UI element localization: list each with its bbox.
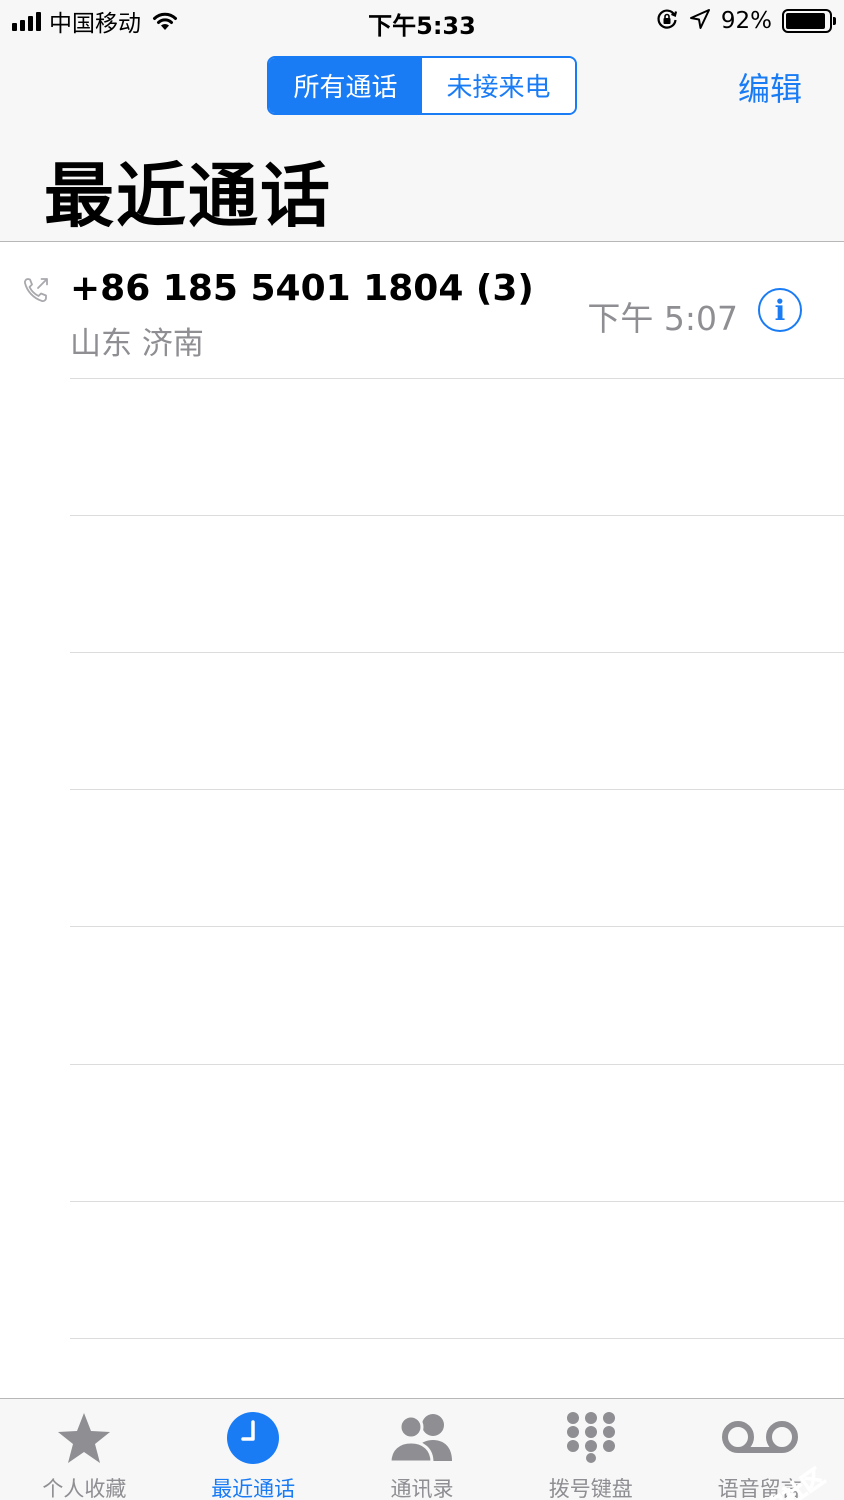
list-separator [70, 1338, 844, 1339]
status-bar: 中国移动 下午5:33 92% [0, 0, 844, 44]
battery-icon [782, 9, 836, 33]
tab-contacts[interactable]: 通讯录 [338, 1399, 507, 1500]
caller-number: +86 185 5401 1804 (3) [70, 268, 534, 309]
tab-label: 个人收藏 [42, 1477, 127, 1500]
tab-label: 最近通话 [211, 1477, 296, 1500]
call-time: 下午 5:07 [587, 299, 738, 338]
tab-label: 通讯录 [390, 1477, 454, 1500]
tab-keypad[interactable]: 拨号键盘 [506, 1399, 675, 1500]
tab-recents[interactable]: 最近通话 [169, 1399, 338, 1500]
segment-all-calls[interactable]: 所有通话 [269, 58, 422, 113]
tab-bar: 个人收藏 最近通话 通讯录 拨号键盘 语音留言 [0, 1398, 844, 1500]
status-right: 92% [655, 6, 836, 36]
recent-calls-list: +86 185 5401 1804 (3) 山东 济南 下午 5:07 i [0, 242, 844, 1398]
tab-label: 拨号键盘 [548, 1477, 633, 1500]
battery-fill [786, 13, 825, 29]
voicemail-icon [720, 1411, 800, 1465]
rotation-lock-icon [655, 7, 679, 35]
location-arrow-icon [689, 8, 711, 34]
segment-missed-calls[interactable]: 未接来电 [422, 58, 575, 113]
outgoing-call-icon [22, 276, 50, 308]
info-icon[interactable]: i [758, 288, 802, 332]
list-separator [70, 515, 844, 516]
battery-percent: 92% [720, 8, 772, 34]
nav-header: 所有通话 未接来电 编辑 最近通话 [0, 44, 844, 242]
list-separator [70, 789, 844, 790]
list-separator [70, 1201, 844, 1202]
list-separator [70, 1064, 844, 1065]
list-separator [70, 926, 844, 927]
page-title: 最近通话 [44, 155, 332, 237]
tab-favorites[interactable]: 个人收藏 [0, 1399, 169, 1500]
contacts-icon [386, 1411, 458, 1467]
call-row[interactable]: +86 185 5401 1804 (3) 山东 济南 下午 5:07 i [0, 242, 844, 378]
caller-location: 山东 济南 [70, 326, 204, 362]
clock-icon [226, 1411, 280, 1469]
edit-button[interactable]: 编辑 [738, 64, 802, 110]
list-separator [70, 378, 844, 379]
keypad-icon [565, 1411, 617, 1467]
star-icon [55, 1411, 113, 1471]
list-separator [70, 652, 844, 653]
call-filter-segmented-control: 所有通话 未接来电 [267, 56, 577, 115]
